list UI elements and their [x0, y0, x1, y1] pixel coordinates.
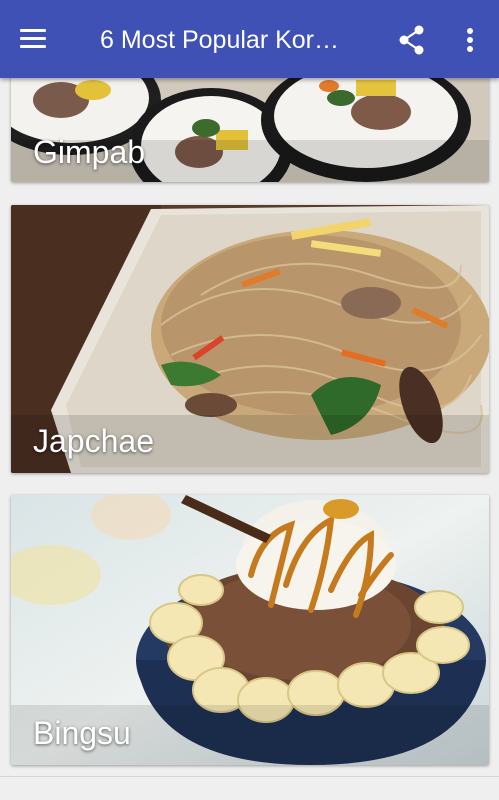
- card-gimpab[interactable]: Gimpab: [11, 70, 489, 182]
- more-vertical-icon[interactable]: [452, 22, 488, 58]
- card-label: Bingsu: [33, 715, 131, 751]
- card-bingsu[interactable]: Bingsu: [11, 495, 489, 765]
- share-icon[interactable]: [394, 22, 430, 58]
- card-label: Japchae: [33, 423, 154, 459]
- bottom-divider: [0, 776, 499, 777]
- food-card-list: Gimpab Japchae Bingsu: [0, 0, 499, 800]
- card-label: Gimpab: [33, 134, 146, 170]
- card-japchae[interactable]: Japchae: [11, 205, 489, 473]
- page-title: 6 Most Popular Kor…: [100, 26, 339, 54]
- app-bar: 6 Most Popular Kor…: [0, 0, 499, 78]
- hamburger-menu-icon[interactable]: [14, 22, 54, 58]
